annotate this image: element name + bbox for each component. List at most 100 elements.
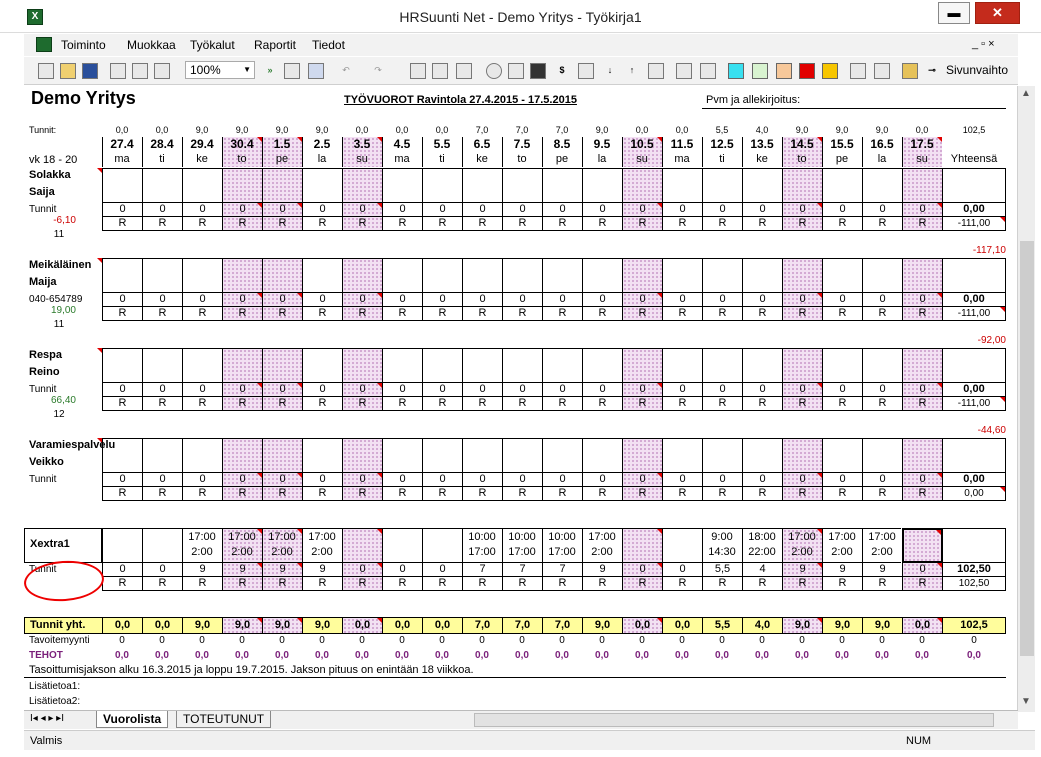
shift-cell[interactable] [262, 168, 303, 203]
shift-cell[interactable] [222, 258, 263, 293]
extra-r-cell[interactable]: R [542, 576, 583, 591]
r-cell[interactable]: R [622, 486, 663, 501]
extra-r-cell[interactable]: R [782, 576, 823, 591]
r-cell[interactable]: R [862, 486, 903, 501]
hours-cell[interactable]: 0 [582, 472, 623, 487]
r-cell[interactable]: R [102, 396, 143, 411]
stack-icon[interactable] [700, 63, 716, 79]
hours-cell[interactable]: 0 [342, 382, 383, 397]
shift-cell[interactable] [102, 348, 143, 383]
shift-cell[interactable] [622, 168, 663, 203]
tab-vuorolista[interactable]: Vuorolista [96, 711, 169, 728]
r-cell[interactable]: R [662, 396, 703, 411]
r-cell[interactable]: R [462, 396, 503, 411]
hours-cell[interactable]: 0 [902, 292, 943, 307]
hours-cell[interactable]: 0 [742, 202, 783, 217]
r-cell[interactable]: R [902, 306, 943, 321]
hours-cell[interactable]: 0 [102, 292, 143, 307]
shift-cell[interactable] [142, 258, 183, 293]
hours-cell[interactable]: 0 [822, 292, 863, 307]
hours-cell[interactable]: 0 [902, 202, 943, 217]
shift-cell[interactable] [662, 168, 703, 203]
r-cell[interactable]: R [222, 396, 263, 411]
r-cell[interactable]: R [102, 486, 143, 501]
color-orange-icon[interactable] [776, 63, 792, 79]
extra-name-cell[interactable]: Xextra1 [24, 528, 102, 563]
r-cell[interactable]: R [582, 486, 623, 501]
shift-cell[interactable] [302, 348, 343, 383]
delete-employee-icon[interactable] [432, 63, 448, 79]
menu-toiminto[interactable]: Toiminto [61, 38, 106, 52]
hours-cell[interactable]: 0 [382, 382, 423, 397]
extra-shift-cell[interactable] [901, 527, 944, 564]
shift-cell[interactable] [542, 438, 583, 473]
extra-hours-cell[interactable]: 0 [382, 562, 423, 577]
vertical-scrollbar[interactable]: ▲ ▼ [1017, 86, 1035, 712]
hours-cell[interactable]: 0 [542, 382, 583, 397]
r-cell[interactable]: R [822, 306, 863, 321]
shift-cell[interactable] [782, 168, 823, 203]
workbook-window-controls[interactable]: _ ▫ × [972, 38, 995, 50]
shift-cell[interactable] [782, 438, 823, 473]
r-cell[interactable]: R [142, 486, 183, 501]
r-cell[interactable]: R [662, 486, 703, 501]
tab-toteutunut[interactable]: TOTEUTUNUT [176, 711, 272, 728]
r-cell[interactable]: R [782, 306, 823, 321]
shift-cell[interactable] [422, 258, 463, 293]
menu-tiedot[interactable]: Tiedot [312, 38, 345, 52]
extra-hours-cell[interactable]: 0 [622, 562, 663, 577]
extra-hours-cell[interactable]: 9 [822, 562, 863, 577]
redo-icon[interactable]: ↷ [370, 63, 386, 79]
shift-cell[interactable] [622, 258, 663, 293]
r-cell[interactable]: R [582, 306, 623, 321]
r-cell[interactable]: R [742, 216, 783, 231]
hours-cell[interactable]: 0 [102, 382, 143, 397]
extra-hours-cell[interactable]: 9 [182, 562, 223, 577]
shift-cell[interactable] [582, 348, 623, 383]
extra-shift-cell[interactable] [422, 528, 463, 563]
shift-cell[interactable] [582, 438, 623, 473]
calendar-icon[interactable] [456, 63, 472, 79]
extra-hours-cell[interactable]: 7 [542, 562, 583, 577]
r-cell[interactable]: R [702, 216, 743, 231]
hours-cell[interactable]: 0 [662, 202, 703, 217]
shift-cell[interactable] [262, 348, 303, 383]
hours-cell[interactable]: 0 [182, 202, 223, 217]
r-cell[interactable]: R [182, 396, 223, 411]
lock-icon[interactable] [648, 63, 664, 79]
hours-cell[interactable]: 0 [382, 472, 423, 487]
r-cell[interactable]: R [342, 216, 383, 231]
hours-cell[interactable]: 0 [862, 382, 903, 397]
employee-icon[interactable] [410, 63, 426, 79]
hours-cell[interactable]: 0 [702, 472, 743, 487]
hours-cell[interactable]: 0 [462, 382, 503, 397]
r-cell[interactable]: R [902, 396, 943, 411]
hours-cell[interactable]: 0 [702, 292, 743, 307]
r-cell[interactable]: R [542, 486, 583, 501]
r-cell[interactable]: R [582, 216, 623, 231]
hours-cell[interactable]: 0 [702, 202, 743, 217]
hours-cell[interactable]: 0 [262, 202, 303, 217]
hours-cell[interactable]: 0 [502, 202, 543, 217]
sheet-nav-buttons[interactable]: I◂ ◂ ▸ ▸I [30, 713, 64, 724]
copy-icon[interactable] [284, 63, 300, 79]
r-cell[interactable]: R [622, 396, 663, 411]
hours-cell[interactable]: 0 [702, 382, 743, 397]
shift-cell[interactable] [142, 168, 183, 203]
shift-cell[interactable] [902, 348, 943, 383]
r-cell[interactable]: R [862, 306, 903, 321]
r-cell[interactable]: R [902, 486, 943, 501]
hours-cell[interactable]: 0 [742, 292, 783, 307]
r-cell[interactable]: R [782, 396, 823, 411]
r-cell[interactable]: R [782, 486, 823, 501]
r-cell[interactable]: R [622, 216, 663, 231]
hours-cell[interactable]: 0 [182, 292, 223, 307]
bar-chart-icon[interactable] [530, 63, 546, 79]
extra-hours-cell[interactable]: 5,5 [702, 562, 743, 577]
menu-tyokalut[interactable]: Työkalut [190, 38, 235, 52]
r-cell[interactable]: R [702, 306, 743, 321]
hours-cell[interactable]: 0 [142, 472, 183, 487]
arrow-right-icon[interactable]: » [262, 63, 278, 79]
hours-cell[interactable]: 0 [902, 472, 943, 487]
r-cell[interactable]: R [182, 216, 223, 231]
